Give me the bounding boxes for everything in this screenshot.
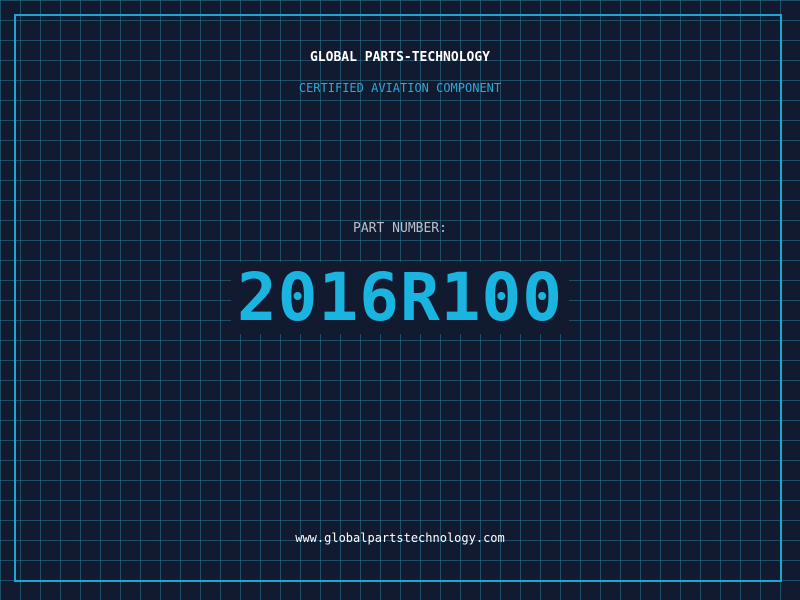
part-label-card: GLOBAL PARTS-TECHNOLOGY CERTIFIED AVIATI… bbox=[0, 0, 800, 600]
part-number-text: 2016R100 bbox=[231, 262, 569, 334]
part-number-label: PART NUMBER: bbox=[353, 221, 447, 236]
website-url: www.globalpartstechnology.com bbox=[295, 531, 505, 545]
certification-tagline: CERTIFIED AVIATION COMPONENT bbox=[298, 81, 502, 95]
company-name: GLOBAL PARTS-TECHNOLOGY bbox=[309, 50, 490, 65]
part-number-value: 2016R100 bbox=[0, 262, 800, 334]
